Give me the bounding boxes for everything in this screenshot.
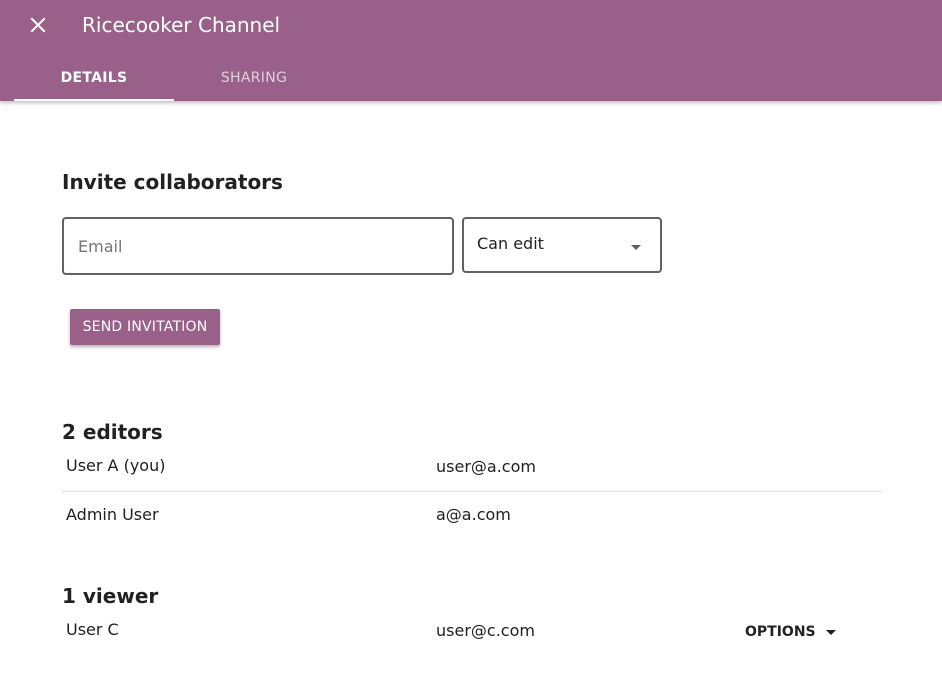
tab-details[interactable]: DETAILS xyxy=(14,60,174,101)
viewer-name: User C xyxy=(66,620,119,639)
email-field-wrapper xyxy=(62,217,454,275)
send-invitation-button[interactable]: SEND INVITATION xyxy=(70,309,220,345)
tab-sharing-label: SHARING xyxy=(220,70,288,86)
email-field[interactable] xyxy=(64,219,452,273)
close-icon xyxy=(30,17,46,33)
permission-select-value: Can edit xyxy=(477,234,544,253)
tab-sharing[interactable]: SHARING xyxy=(174,60,334,101)
dropdown-arrow-icon xyxy=(631,245,641,250)
row-divider xyxy=(62,491,882,492)
tab-details-label: DETAILS xyxy=(60,70,128,86)
editor-name: Admin User xyxy=(66,505,159,524)
viewer-options-label: OPTIONS xyxy=(745,624,816,640)
editor-email: user@a.com xyxy=(436,457,536,476)
channel-details-dialog: Ricecooker Channel DETAILS SHARING Invit… xyxy=(0,0,942,681)
viewers-section-title: 1 viewer xyxy=(62,584,159,608)
editors-section-title: 2 editors xyxy=(62,420,163,444)
permission-select[interactable]: Can edit xyxy=(462,217,662,273)
app-bar: Ricecooker Channel DETAILS SHARING xyxy=(0,0,942,101)
page-title: Ricecooker Channel xyxy=(82,13,281,37)
editor-email: a@a.com xyxy=(436,505,511,524)
viewer-email: user@c.com xyxy=(436,621,535,640)
editor-name: User A (you) xyxy=(66,456,166,475)
invite-section-title: Invite collaborators xyxy=(62,170,283,194)
viewer-options-button[interactable]: OPTIONS xyxy=(738,618,838,646)
dropdown-arrow-icon xyxy=(825,629,836,635)
close-button[interactable] xyxy=(24,11,52,39)
